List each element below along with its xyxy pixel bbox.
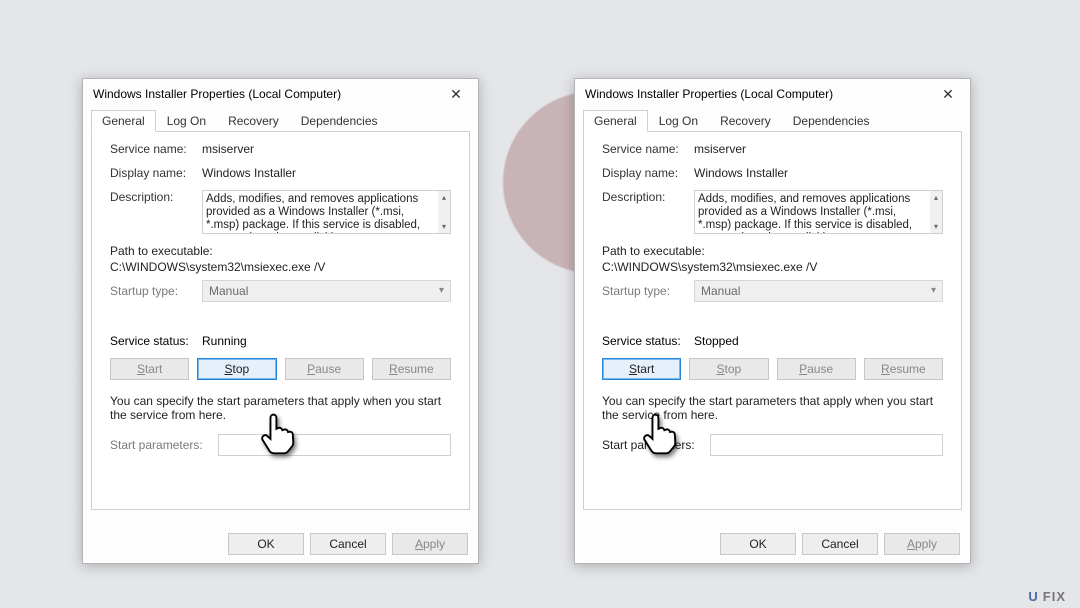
path-label: Path to executable:	[602, 244, 943, 258]
resume-button: Resume	[864, 358, 943, 380]
startup-type-label: Startup type:	[110, 284, 202, 298]
dialog-bottom-buttons: OK Cancel Apply	[228, 533, 468, 555]
description-scrollbar[interactable]: ▴▾	[930, 191, 942, 233]
titlebar[interactable]: Windows Installer Properties (Local Comp…	[83, 79, 478, 109]
cancel-button[interactable]: Cancel	[802, 533, 878, 555]
cancel-button[interactable]: Cancel	[310, 533, 386, 555]
startup-type-label: Startup type:	[602, 284, 694, 298]
service-name-value: msiserver	[694, 142, 943, 156]
startup-type-select: Manual ▾	[694, 280, 943, 302]
stop-button[interactable]: Stop	[197, 358, 276, 380]
display-name-label: Display name:	[602, 166, 694, 180]
apply-button: Apply	[392, 533, 468, 555]
titlebar[interactable]: Windows Installer Properties (Local Comp…	[575, 79, 970, 109]
window-title: Windows Installer Properties (Local Comp…	[93, 87, 341, 101]
display-name-value: Windows Installer	[694, 166, 943, 180]
tab-log-on[interactable]: Log On	[156, 110, 217, 132]
startup-type-value: Manual	[701, 284, 740, 298]
tab-general[interactable]: General	[91, 110, 156, 132]
start-params-label: Start parameters:	[602, 438, 710, 452]
startup-type-value: Manual	[209, 284, 248, 298]
description-label: Description:	[110, 190, 202, 204]
pause-button: Pause	[777, 358, 856, 380]
properties-dialog-right: Windows Installer Properties (Local Comp…	[574, 78, 971, 564]
control-buttons: Start Stop Pause Resume	[602, 358, 943, 380]
description-scrollbar[interactable]: ▴▾	[438, 191, 450, 233]
display-name-value: Windows Installer	[202, 166, 451, 180]
chevron-up-icon[interactable]: ▴	[930, 191, 942, 204]
tabs: General Log On Recovery Dependencies	[583, 109, 962, 132]
stop-button: Stop	[689, 358, 768, 380]
display-name-label: Display name:	[110, 166, 202, 180]
tab-panel-general: Service name: msiserver Display name: Wi…	[91, 132, 470, 510]
watermark: UFIX	[1028, 589, 1066, 604]
service-status-value: Running	[202, 334, 247, 348]
tab-dependencies[interactable]: Dependencies	[290, 110, 389, 132]
path-label: Path to executable:	[110, 244, 451, 258]
chevron-down-icon[interactable]: ▾	[438, 220, 450, 233]
tab-recovery[interactable]: Recovery	[217, 110, 290, 132]
path-value: C:\WINDOWS\system32\msiexec.exe /V	[602, 260, 943, 274]
ok-button[interactable]: OK	[228, 533, 304, 555]
service-name-label: Service name:	[110, 142, 202, 156]
description-label: Description:	[602, 190, 694, 204]
service-name-value: msiserver	[202, 142, 451, 156]
start-params-input[interactable]	[710, 434, 943, 456]
chevron-up-icon[interactable]: ▴	[438, 191, 450, 204]
service-name-label: Service name:	[602, 142, 694, 156]
tab-general[interactable]: General	[583, 110, 648, 132]
tab-log-on[interactable]: Log On	[648, 110, 709, 132]
description-text: Adds, modifies, and removes applications…	[206, 193, 420, 234]
resume-button: Resume	[372, 358, 451, 380]
close-icon[interactable]: ✕	[934, 85, 962, 103]
start-params-hint: You can specify the start parameters tha…	[602, 394, 943, 422]
service-status-label: Service status:	[110, 334, 202, 348]
startup-type-select: Manual ▾	[202, 280, 451, 302]
properties-dialog-left: Windows Installer Properties (Local Comp…	[82, 78, 479, 564]
tab-recovery[interactable]: Recovery	[709, 110, 782, 132]
apply-button: Apply	[884, 533, 960, 555]
pause-button: Pause	[285, 358, 364, 380]
tab-panel-general: Service name: msiserver Display name: Wi…	[583, 132, 962, 510]
tabs: General Log On Recovery Dependencies	[91, 109, 470, 132]
start-params-hint: You can specify the start parameters tha…	[110, 394, 451, 422]
tab-dependencies[interactable]: Dependencies	[782, 110, 881, 132]
description-textbox[interactable]: Adds, modifies, and removes applications…	[202, 190, 451, 234]
close-icon[interactable]: ✕	[442, 85, 470, 103]
start-button[interactable]: Start	[602, 358, 681, 380]
control-buttons: Start Stop Pause Resume	[110, 358, 451, 380]
service-status-value: Stopped	[694, 334, 739, 348]
start-params-label: Start parameters:	[110, 438, 218, 452]
description-text: Adds, modifies, and removes applications…	[698, 193, 912, 234]
start-button: Start	[110, 358, 189, 380]
start-params-input	[218, 434, 451, 456]
service-status-label: Service status:	[602, 334, 694, 348]
description-textbox[interactable]: Adds, modifies, and removes applications…	[694, 190, 943, 234]
dialog-bottom-buttons: OK Cancel Apply	[720, 533, 960, 555]
chevron-down-icon: ▾	[931, 285, 936, 296]
chevron-down-icon: ▾	[439, 285, 444, 296]
path-value: C:\WINDOWS\system32\msiexec.exe /V	[110, 260, 451, 274]
chevron-down-icon[interactable]: ▾	[930, 220, 942, 233]
ok-button[interactable]: OK	[720, 533, 796, 555]
window-title: Windows Installer Properties (Local Comp…	[585, 87, 833, 101]
